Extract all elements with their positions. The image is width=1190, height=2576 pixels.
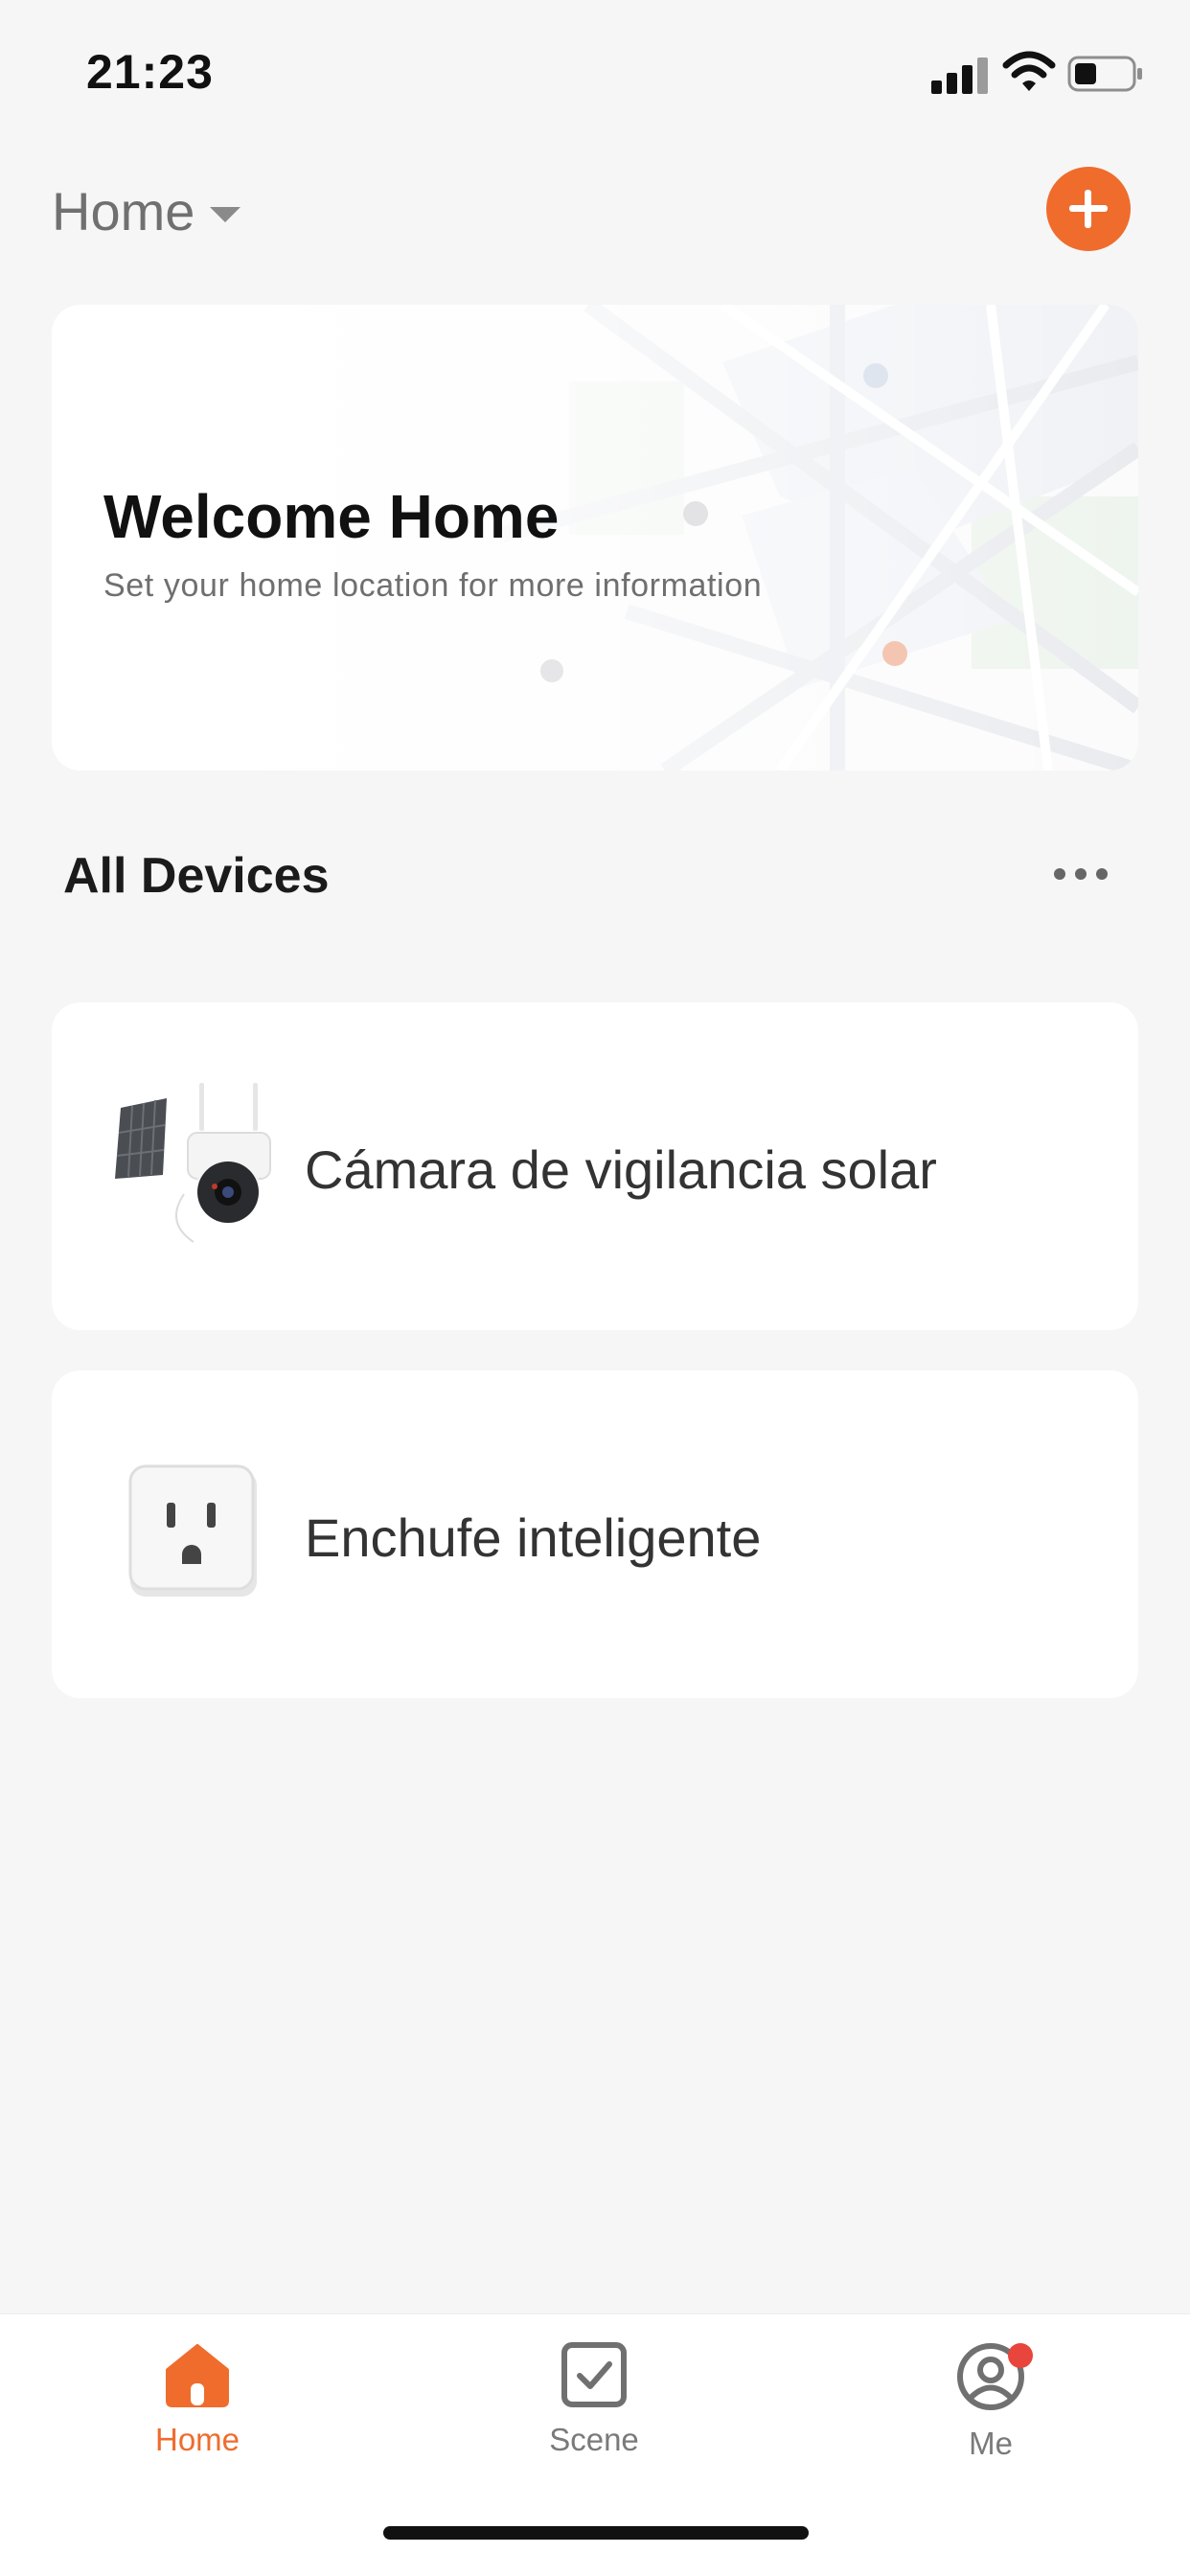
- tab-me[interactable]: Me: [885, 2341, 1096, 2485]
- home-title: Home: [52, 181, 195, 242]
- home-indicator: [383, 2526, 809, 2540]
- cellular-signal-icon: [931, 56, 989, 94]
- welcome-card[interactable]: Welcome Home Set your home location for …: [52, 305, 1138, 770]
- home-selector[interactable]: Home: [52, 180, 241, 242]
- home-screen: 21:23 Home Welcome Home Set your home lo…: [0, 0, 1190, 2576]
- caret-down-icon: [210, 206, 241, 222]
- tab-scene[interactable]: Scene: [489, 2341, 699, 2485]
- more-options-button[interactable]: [1054, 862, 1121, 886]
- smart-plug-icon: [128, 1464, 257, 1597]
- add-device-button[interactable]: [1046, 167, 1131, 251]
- solar-camera-icon: [115, 1083, 271, 1243]
- battery-icon: [1067, 56, 1142, 92]
- welcome-subtitle: Set your home location for more informat…: [103, 567, 763, 604]
- welcome-title: Welcome Home: [103, 482, 560, 551]
- checkbox-icon: [561, 2342, 627, 2407]
- dot-icon: [1075, 868, 1087, 880]
- tab-label: Home: [154, 2422, 240, 2457]
- device-name: Cámara de vigilancia solar: [305, 1139, 937, 1200]
- status-time: 21:23: [86, 45, 214, 99]
- device-name: Enchufe inteligente: [305, 1507, 762, 1568]
- tab-label: Me: [969, 2426, 1013, 2461]
- dot-icon: [1054, 868, 1065, 880]
- notification-badge: [1008, 2343, 1033, 2368]
- device-card-smart-plug[interactable]: Enchufe inteligente: [52, 1370, 1138, 1698]
- all-devices-title: All Devices: [63, 848, 330, 904]
- wifi-icon: [1002, 51, 1056, 91]
- device-card-solar-camera[interactable]: Cámara de vigilancia solar: [52, 1002, 1138, 1330]
- status-bar: 21:23: [0, 0, 1190, 144]
- tab-label: Scene: [549, 2422, 639, 2457]
- house-icon: [166, 2344, 229, 2407]
- tab-home[interactable]: Home: [92, 2341, 303, 2485]
- dot-icon: [1096, 868, 1108, 880]
